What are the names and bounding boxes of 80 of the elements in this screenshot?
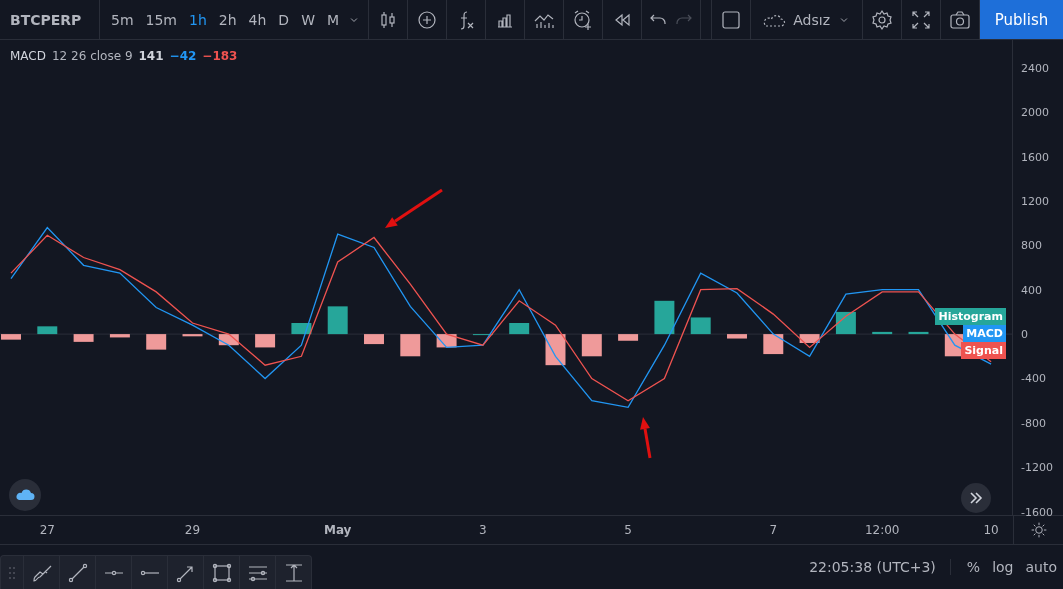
arrow — [385, 188, 443, 228]
time-axis-label: 10 — [983, 523, 999, 537]
price-axis-label: -1600 — [1021, 505, 1053, 519]
interval-button[interactable]: D — [273, 7, 295, 32]
plus-circle-icon[interactable] — [416, 8, 439, 31]
price-axis-label: -800 — [1021, 416, 1046, 430]
price-axis-label: -1200 — [1021, 460, 1053, 474]
histogram-bar — [872, 331, 893, 335]
interval-button[interactable]: 15m — [140, 7, 182, 32]
price-axis-label: 0 — [1021, 327, 1028, 341]
fullscreen-icon[interactable] — [910, 8, 932, 31]
histogram-bar — [727, 334, 747, 339]
histogram-bar — [364, 334, 384, 345]
indicator-value: −42 — [169, 49, 197, 63]
price-axis-label: 1200 — [1021, 194, 1049, 208]
price-axis-label: -400 — [1021, 372, 1046, 385]
double-chevron-icon — [969, 491, 983, 505]
histogram-bar — [618, 334, 639, 341]
histogram-bar — [255, 334, 276, 348]
indicator-name: MACD — [10, 49, 46, 63]
histogram-bar — [37, 326, 58, 335]
trend-line-icon[interactable] — [66, 561, 89, 584]
histogram-bar — [146, 334, 167, 350]
indicator-value: −183 — [202, 49, 238, 63]
square-icon[interactable] — [720, 8, 743, 31]
time-axis-label: 5 — [624, 523, 632, 537]
histogram-bar — [654, 300, 675, 335]
time-axis-label: 27 — [39, 523, 55, 537]
histogram-bar — [109, 334, 130, 338]
scale-button[interactable]: log — [986, 559, 1020, 575]
histogram-bar — [509, 323, 530, 335]
price-axis-label: 2400 — [1021, 61, 1049, 75]
sun-icon[interactable] — [1029, 521, 1048, 539]
series-label: Histogram — [935, 308, 1006, 326]
histogram-bar — [545, 334, 566, 366]
indicator-value: 141 — [138, 49, 164, 63]
histogram-bar — [835, 311, 856, 335]
histogram-bar — [763, 334, 784, 355]
symbol-name[interactable]: BTCPERP — [0, 0, 100, 39]
histogram-bar — [690, 317, 711, 335]
settings-icon[interactable] — [871, 8, 893, 31]
histogram-bar — [327, 306, 348, 335]
camera-icon[interactable] — [949, 8, 971, 31]
time-axis-label: 3 — [479, 523, 487, 537]
interval-button[interactable]: M — [321, 7, 345, 32]
interval-button[interactable]: 4h — [243, 7, 272, 32]
histogram-bar — [73, 334, 94, 342]
time-axis-label: 7 — [769, 523, 778, 537]
histogram-bar — [218, 334, 239, 346]
price-axis-label: 1600 — [1021, 150, 1049, 163]
scale-button[interactable]: % — [960, 559, 987, 575]
publish-button[interactable]: Publish — [980, 0, 1063, 39]
interval-button[interactable]: 2h — [213, 7, 242, 32]
histogram-bar — [581, 334, 602, 357]
price-axis-label: 2000 — [1021, 105, 1049, 119]
price-axis-label: 800 — [1021, 238, 1042, 252]
series-label: MACD — [963, 325, 1006, 343]
drag-handle-icon[interactable] — [8, 565, 16, 580]
indicator-params: 12 26 close 9 — [52, 49, 133, 63]
clock-time: 22:05:38 (UTC+3) — [809, 559, 951, 575]
layout-button[interactable]: Adsız — [751, 0, 863, 39]
interval-button[interactable]: 5m — [106, 7, 139, 32]
histogram-bar — [291, 323, 312, 335]
scale-button[interactable]: auto — [1019, 559, 1063, 575]
histogram-bar — [799, 334, 820, 343]
time-axis-label: 12:00 — [864, 523, 900, 537]
time-axis-label: May — [323, 523, 352, 537]
histogram-bar — [400, 334, 421, 357]
histogram-bar — [908, 331, 929, 335]
cloud-button[interactable] — [9, 479, 41, 511]
histogram-bar — [1, 334, 21, 340]
rectangle-icon[interactable] — [210, 561, 233, 584]
series-label: Signal — [961, 342, 1006, 360]
time-axis-label: 29 — [184, 523, 201, 537]
histogram-bar — [182, 334, 203, 337]
arrow — [640, 417, 652, 459]
price-axis-label: 400 — [1021, 283, 1042, 297]
scroll-right-button[interactable] — [961, 483, 991, 513]
interval-button[interactable]: W — [296, 7, 320, 32]
interval-button[interactable]: 1h — [184, 7, 212, 32]
